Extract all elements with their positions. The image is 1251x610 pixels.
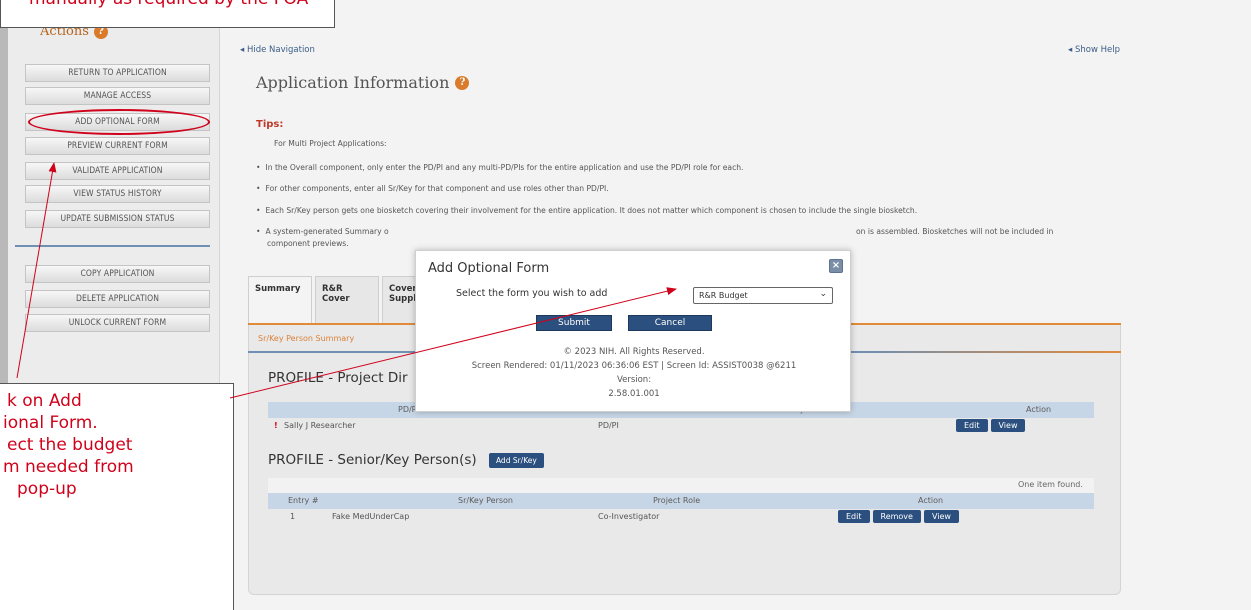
annotation-arrows bbox=[16, 162, 677, 399]
arrow-to-add-optional-form bbox=[16, 162, 57, 379]
arrow-to-form-select bbox=[229, 287, 677, 399]
